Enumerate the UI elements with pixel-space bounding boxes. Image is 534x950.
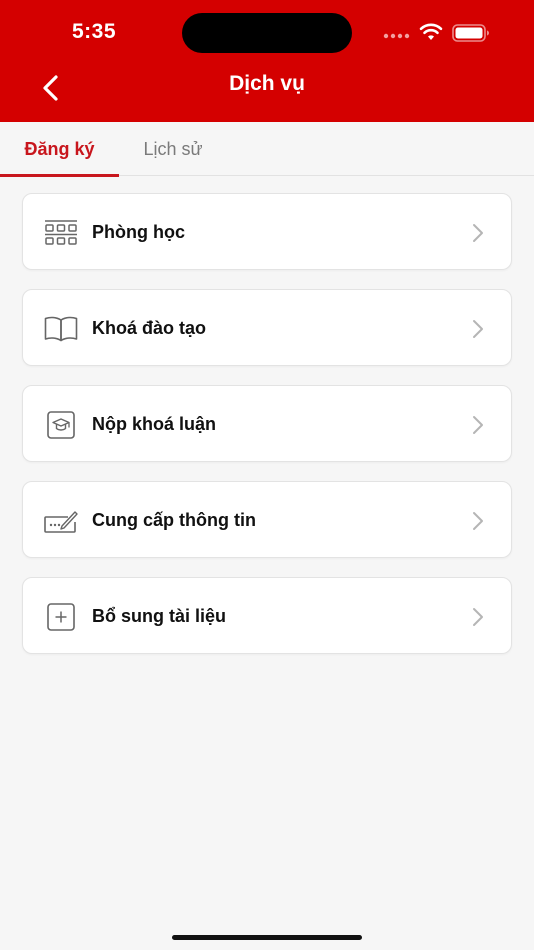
chevron-right-icon <box>473 320 483 338</box>
signature-pen-icon <box>44 504 78 538</box>
home-indicator[interactable] <box>172 935 362 940</box>
page-title: Dịch vụ <box>229 72 305 95</box>
service-item-provide-info[interactable]: Cung cấp thông tin <box>22 481 512 558</box>
chevron-right-icon <box>473 416 483 434</box>
app-header: 5:35 Dịch vụ <box>0 0 534 122</box>
status-time: 5:35 <box>72 20 117 43</box>
service-item-classroom[interactable]: Phòng học <box>22 193 512 270</box>
dynamic-island <box>182 13 352 53</box>
wifi-icon <box>419 23 443 40</box>
tab-register[interactable]: Đăng ký <box>0 122 119 177</box>
service-item-training-course[interactable]: Khoá đào tạo <box>22 289 512 366</box>
cellular-signal-icon <box>383 33 410 39</box>
chevron-right-icon <box>473 608 483 626</box>
service-item-label: Bổ sung tài liệu <box>92 606 227 626</box>
battery-icon <box>452 24 489 42</box>
service-item-add-documents[interactable]: Bổ sung tài liệu <box>22 577 512 654</box>
open-book-icon <box>44 312 78 346</box>
service-item-submit-thesis[interactable]: Nộp khoá luận <box>22 385 512 462</box>
chevron-right-icon <box>473 224 483 242</box>
service-item-label: Cung cấp thông tin <box>92 510 256 530</box>
tab-history[interactable]: Lịch sử <box>119 122 227 176</box>
graduation-cap-icon <box>44 408 78 442</box>
tab-bar: Đăng ký Lịch sử <box>0 122 534 177</box>
service-item-label: Phòng học <box>92 222 185 242</box>
service-item-label: Khoá đào tạo <box>92 318 207 338</box>
service-list: Phòng học Khoá đào tạo Nộp khoá luận Cun… <box>22 193 512 673</box>
classroom-grid-icon <box>44 216 78 250</box>
plus-square-icon <box>44 600 78 634</box>
services-screen: 5:35 Dịch vụ Đăng ký Lịch sử Phòng học K… <box>0 0 534 950</box>
service-item-label: Nộp khoá luận <box>92 414 217 434</box>
chevron-right-icon <box>473 512 483 530</box>
